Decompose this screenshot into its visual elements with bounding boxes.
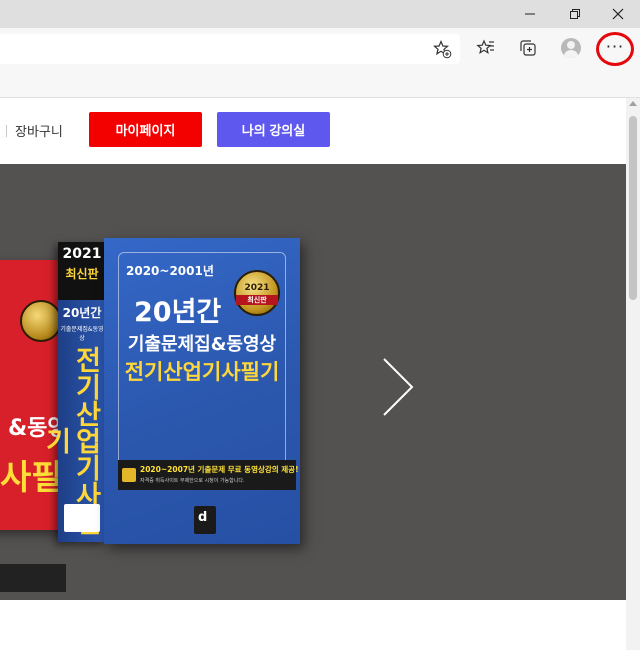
close-button[interactable] — [596, 0, 640, 28]
star-plus-icon[interactable] — [432, 39, 452, 59]
favorites-bar — [0, 68, 640, 98]
seal-edition: 최신판 — [236, 295, 278, 305]
close-icon — [612, 8, 624, 20]
minimize-button[interactable] — [508, 0, 552, 28]
chevron-right-icon[interactable] — [380, 356, 416, 418]
restore-icon — [570, 9, 580, 19]
favorites-button[interactable] — [472, 34, 500, 62]
more-icon: ··· — [605, 36, 625, 56]
cover-seal-badge: 2021 최신판 — [234, 270, 280, 316]
back-book-strip — [0, 564, 66, 592]
vertical-scrollbar[interactable] — [626, 98, 640, 650]
cover-year-range: 2020~2001년 — [126, 264, 214, 278]
site-header: 장바구니 마이페이지 나의 강의실 — [0, 98, 626, 164]
scroll-thumb[interactable] — [629, 116, 637, 300]
cover-title-subject: 전기산업기사필기 — [124, 360, 280, 384]
cover-title-main: 20년간 — [134, 297, 222, 328]
scroll-up-arrow-icon[interactable] — [629, 101, 637, 106]
book-spine: 2021 최신판 20년간 기출문제집&동영상 전기산업기사필기 — [40, 242, 106, 542]
browser-toolbar — [0, 28, 640, 68]
promo-main-text: 2020~2007년 기출문제 무료 동영상강의 제공! — [140, 465, 299, 474]
window-titlebar — [0, 0, 640, 28]
cover-promo-band: 2020~2007년 기출문제 무료 동영상강의 제공! 자격증 취득사이트 무… — [118, 460, 299, 490]
header-divider — [6, 125, 7, 137]
profile-button[interactable] — [557, 34, 585, 62]
restore-button[interactable] — [553, 0, 597, 28]
seal-year: 2021 — [244, 283, 270, 293]
address-bar[interactable] — [0, 34, 460, 64]
mypage-button[interactable]: 마이페이지 — [89, 112, 202, 147]
back-book-seal — [20, 300, 62, 342]
my-lecture-button[interactable]: 나의 강의실 — [217, 112, 330, 147]
collections-button[interactable] — [514, 34, 542, 62]
video-icon — [122, 468, 136, 482]
settings-menu-button[interactable]: ··· — [596, 32, 634, 66]
spine-years: 20년간 — [62, 306, 102, 320]
banner-slider: &동영상 사필기 2021 최신판 20년간 기출문제집&동영상 전기산업기사필… — [0, 164, 626, 600]
minimize-icon — [525, 13, 535, 15]
collections-icon — [520, 40, 536, 56]
web-page: 장바구니 마이페이지 나의 강의실 &동영상 사필기 2021 최신판 20년간… — [0, 98, 626, 650]
cover-title-sub: 기출문제집&동영상 — [127, 334, 277, 355]
favorites-icon — [476, 39, 494, 54]
spine-year: 2021 — [62, 246, 102, 262]
spine-publisher-logo — [64, 504, 100, 532]
spine-edition: 최신판 — [65, 267, 99, 281]
profile-avatar — [561, 38, 581, 58]
cover-publisher-logo — [194, 506, 216, 534]
promo-sub-text: 자격증 취득사이트 무제한으로 시청이 가능합니다. — [140, 478, 245, 484]
cart-link[interactable]: 장바구니 — [15, 121, 63, 140]
back-book-image: &동영상 사필기 — [0, 260, 94, 592]
book-cover-image[interactable]: 2020~2001년 2021 최신판 20년간 기출문제집&동영상 전기산업기… — [104, 238, 300, 544]
